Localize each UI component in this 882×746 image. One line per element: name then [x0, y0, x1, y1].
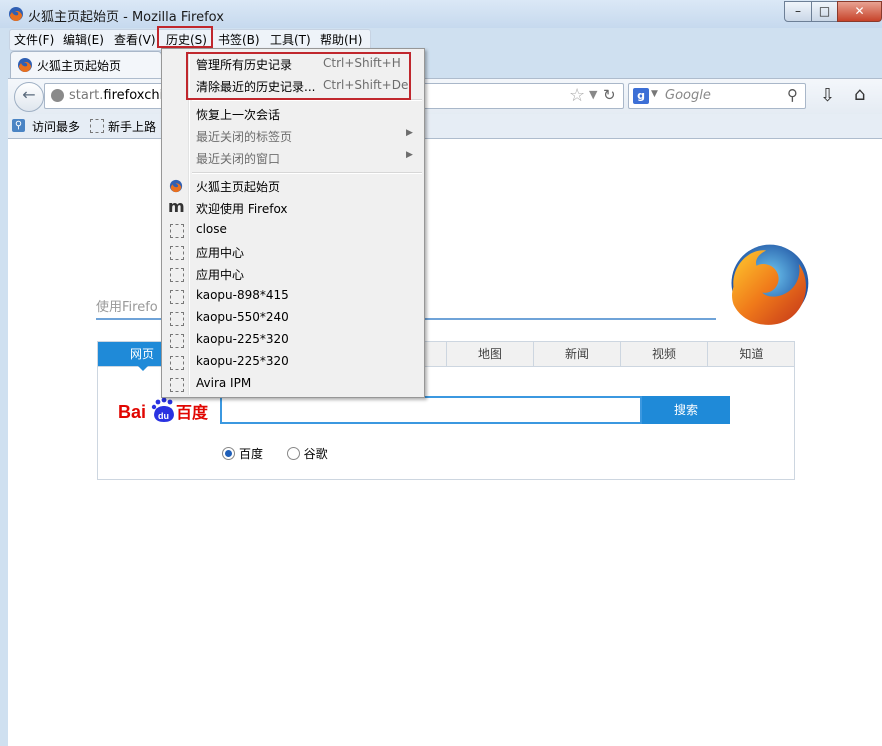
radio-google[interactable]	[286, 447, 300, 460]
svg-text:Bai: Bai	[118, 402, 146, 422]
history-entry[interactable]: 火狐主页起始页	[162, 175, 424, 197]
tab-map[interactable]: 地图	[446, 342, 533, 366]
history-menu-highlight	[157, 26, 213, 48]
bookmarks-toolbar: ⚲ 访问最多 新手上路	[8, 114, 882, 139]
menu-item-restore-session[interactable]: 恢复上一次会话	[162, 103, 424, 125]
tab-news[interactable]: 新闻	[533, 342, 620, 366]
menu-item-recently-closed-tabs[interactable]: 最近关闭的标签页 ▶	[162, 125, 424, 147]
firefox-logo	[731, 244, 809, 325]
bookmark-most-visited[interactable]: 访问最多	[32, 118, 80, 135]
history-entry[interactable]: kaopu-898*415	[162, 285, 424, 307]
history-entry-label: 应用中心	[196, 268, 245, 282]
history-entry[interactable]: kaopu-225*320	[162, 351, 424, 373]
mozilla-m-icon: m	[168, 197, 185, 216]
google-icon[interactable]: g	[633, 88, 649, 104]
window-title: 火狐主页起始页 - Mozilla Firefox	[28, 10, 224, 25]
active-tab-notch	[138, 366, 148, 371]
history-entry-label: kaopu-225*320	[196, 332, 289, 346]
history-entry[interactable]: Avira IPM	[162, 373, 424, 395]
history-entry-label: kaopu-898*415	[196, 288, 289, 302]
tab-video[interactable]: 视频	[620, 342, 707, 366]
page-icon	[170, 312, 184, 326]
close-icon: ✕	[854, 4, 865, 18]
svg-text:百度: 百度	[176, 403, 209, 422]
page-hint-text: 使用Firefo	[96, 300, 158, 315]
radio-baidu-label: 百度	[239, 447, 264, 461]
title-bar: 火狐主页起始页 - Mozilla Firefox – □ ✕	[0, 0, 882, 28]
menu-file[interactable]: 文件(F)	[14, 31, 54, 48]
history-entry-label: kaopu-225*320	[196, 354, 289, 368]
page-icon	[170, 246, 184, 260]
radio-baidu[interactable]	[222, 447, 235, 460]
globe-icon	[51, 89, 64, 102]
minimize-button[interactable]: –	[784, 1, 812, 22]
history-entry[interactable]: kaopu-225*320	[162, 329, 424, 351]
engine-caret-icon[interactable]: ▼	[651, 89, 658, 99]
search-bar[interactable]: g ▼ Google ⚲	[628, 83, 806, 109]
maximize-button[interactable]: □	[811, 1, 838, 22]
tab-zhidao[interactable]: 知道	[707, 342, 795, 366]
history-entry-label: 火狐主页起始页	[196, 180, 281, 194]
menu-tools[interactable]: 工具(T)	[270, 31, 311, 48]
history-entry-label: 应用中心	[196, 246, 245, 260]
page-icon	[170, 290, 184, 304]
page-icon	[170, 334, 184, 348]
page-icon	[170, 356, 184, 370]
menu-item-label: 恢复上一次会话	[196, 108, 281, 122]
menu-bookmarks[interactable]: 书签(B)	[218, 31, 260, 48]
firefox-icon	[9, 7, 23, 21]
radio-google-label: 谷歌	[303, 447, 328, 461]
menu-view[interactable]: 查看(V)	[114, 31, 156, 48]
bookmark-star-icon[interactable]: ☆	[569, 85, 585, 106]
search-placeholder: Google	[665, 88, 711, 103]
search-magnifier-icon[interactable]: ⚲	[787, 86, 798, 104]
menu-separator	[192, 172, 422, 174]
home-icon[interactable]: ⌂	[854, 84, 865, 105]
minimize-icon: –	[795, 4, 801, 18]
menu-edit[interactable]: 编辑(E)	[63, 31, 104, 48]
reload-icon[interactable]: ↻	[603, 86, 616, 104]
window-border	[0, 28, 8, 746]
history-dropdown-menu: 管理所有历史记录 Ctrl+Shift+H 清除最近的历史记录... Ctrl+…	[161, 48, 425, 398]
baidu-search-button[interactable]: 搜索	[642, 396, 730, 424]
history-entry-label: 欢迎使用 Firefox	[196, 202, 288, 216]
page-icon	[170, 378, 184, 392]
page-icon	[170, 268, 184, 282]
page-content: 使用Firefo 网页 地图 新闻 视频 知道 Bai du 百度 搜索 百度 …	[8, 139, 882, 746]
download-icon[interactable]: ⇩	[820, 85, 835, 106]
back-button[interactable]: ←	[14, 82, 44, 112]
firefox-icon	[169, 179, 183, 193]
tab-start-page[interactable]: 火狐主页起始页	[10, 51, 162, 78]
submenu-arrow-icon: ▶	[406, 128, 413, 138]
navigation-toolbar: ← start.firefoxchina ☆ ▼ ↻ g ▼ Google ⚲ …	[8, 78, 882, 115]
bookmark-getting-started[interactable]: 新手上路	[108, 118, 156, 135]
dropdown-arrow-icon[interactable]: ▼	[589, 88, 597, 101]
history-entry[interactable]: m 欢迎使用 Firefox	[162, 197, 424, 219]
history-entry[interactable]: 应用中心	[162, 241, 424, 263]
maximize-icon: □	[818, 4, 831, 18]
history-entry-label: Avira IPM	[196, 376, 252, 390]
back-arrow-icon: ←	[22, 85, 36, 104]
submenu-arrow-icon: ▶	[406, 150, 413, 160]
most-visited-icon: ⚲	[12, 119, 25, 132]
page-icon	[170, 224, 184, 238]
firefox-icon	[18, 58, 32, 72]
menu-item-label: 最近关闭的窗口	[196, 152, 281, 166]
baidu-logo: Bai du 百度	[118, 397, 209, 422]
svg-text:du: du	[158, 411, 169, 421]
menu-items-highlight	[186, 52, 411, 100]
menu-item-recently-closed-windows[interactable]: 最近关闭的窗口 ▶	[162, 147, 424, 169]
history-entry[interactable]: 应用中心	[162, 263, 424, 285]
history-entry-label: kaopu-550*240	[196, 310, 289, 324]
tab-title: 火狐主页起始页	[37, 59, 122, 73]
close-button[interactable]: ✕	[837, 1, 882, 22]
baidu-search-input[interactable]	[220, 396, 642, 424]
menu-item-label: 最近关闭的标签页	[196, 130, 293, 144]
history-entry[interactable]: kaopu-550*240	[162, 307, 424, 329]
history-entry[interactable]: close	[162, 219, 424, 241]
menu-help[interactable]: 帮助(H)	[320, 31, 362, 48]
history-entry-label: close	[196, 222, 227, 236]
page-icon	[90, 119, 104, 133]
engine-options: 百度 谷歌	[222, 445, 328, 462]
